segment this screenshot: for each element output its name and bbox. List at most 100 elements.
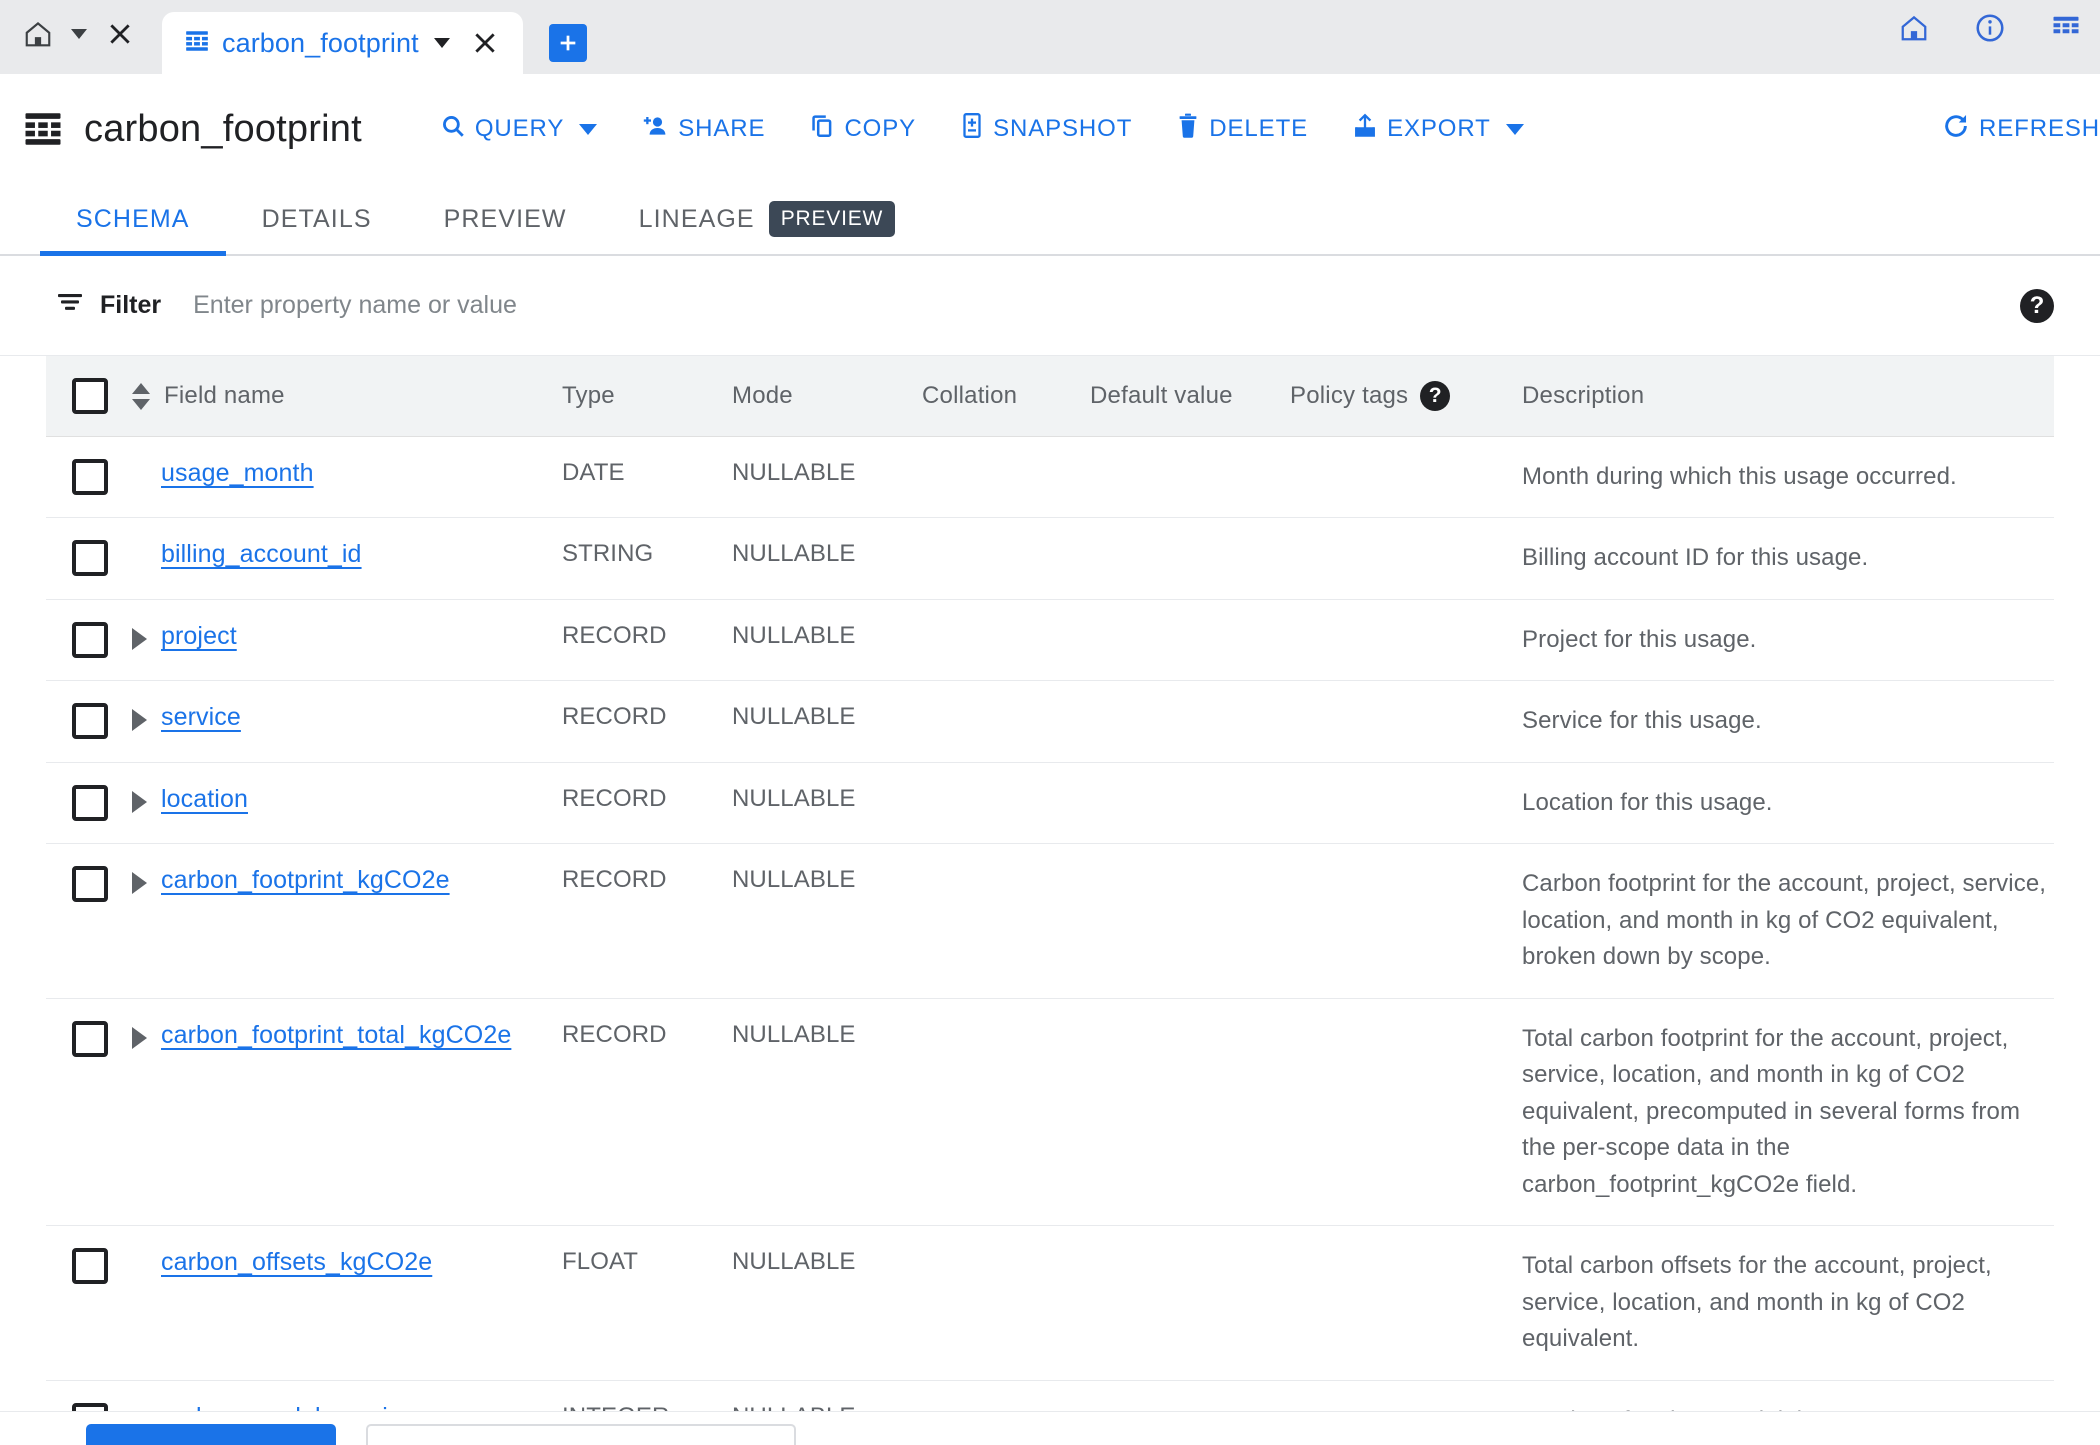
browser-tab-strip: carbon_footprint [0, 0, 2100, 80]
share-button-label: SHARE [678, 115, 766, 142]
field-name-link[interactable]: location [161, 785, 248, 814]
table-row[interactable]: location RECORD NULLABLE Location for th… [46, 762, 2054, 845]
row-field-name-cell: carbon_footprint_total_kgCO2e [132, 998, 562, 1227]
field-name-link[interactable]: carbon_footprint_total_kgCO2e [161, 1021, 511, 1050]
row-field-name-cell: billing_account_id [132, 517, 562, 600]
export-icon [1352, 112, 1378, 146]
row-collation [922, 843, 1090, 999]
row-default-value [1090, 843, 1290, 999]
field-name-link[interactable]: project [161, 622, 237, 651]
tab-lineage[interactable]: LINEAGE PREVIEW [603, 184, 932, 254]
row-collation [922, 517, 1090, 600]
chrome-left-controls [18, 0, 140, 74]
sort-icon[interactable] [132, 383, 150, 411]
expand-arrow-icon[interactable] [132, 1026, 147, 1049]
expand-arrow-icon[interactable] [132, 627, 147, 650]
delete-button-label: DELETE [1209, 115, 1309, 142]
tab-schema[interactable]: SCHEMA [40, 184, 226, 256]
new-tab-plus-icon[interactable] [548, 24, 587, 62]
row-type: STRING [562, 517, 732, 600]
primary-action-button[interactable] [86, 1424, 336, 1445]
field-name-link[interactable]: carbon_footprint_kgCO2e [161, 866, 450, 895]
secondary-action-button[interactable] [366, 1424, 796, 1445]
row-checkbox[interactable] [72, 1248, 108, 1285]
expand-arrow-icon[interactable] [132, 709, 147, 732]
header-mode: Mode [732, 356, 922, 437]
schema-table-body: usage_month DATE NULLABLE Month during w… [46, 436, 2054, 1445]
select-all-header [46, 356, 132, 437]
expand-arrow-icon[interactable] [132, 872, 147, 895]
query-caret-down-icon[interactable] [579, 123, 598, 135]
delete-button[interactable]: DELETE [1154, 98, 1330, 160]
home-caret-down-icon[interactable] [68, 14, 90, 54]
export-caret-down-icon[interactable] [1505, 123, 1524, 135]
person-add-icon [641, 113, 669, 146]
row-checkbox[interactable] [72, 1020, 108, 1057]
field-name-link[interactable]: service [161, 703, 241, 732]
share-button[interactable]: SHARE [619, 99, 787, 160]
info-icon[interactable] [1970, 8, 2010, 48]
tab-preview[interactable]: PREVIEW [408, 184, 603, 254]
close-icon[interactable] [100, 14, 140, 54]
row-policy-tags [1290, 680, 1522, 763]
policy-tags-help-icon[interactable]: ? [1420, 381, 1451, 411]
table-row[interactable]: usage_month DATE NULLABLE Month during w… [46, 436, 2054, 519]
field-name-link[interactable]: usage_month [161, 459, 314, 488]
row-checkbox[interactable] [72, 621, 108, 658]
row-select-cell [46, 998, 132, 1227]
table-row[interactable]: billing_account_id STRING NULLABLE Billi… [46, 517, 2054, 600]
row-description: Total carbon footprint for the account, … [1522, 998, 2054, 1227]
table-row[interactable]: carbon_footprint_total_kgCO2e RECORD NUL… [46, 998, 2054, 1227]
row-select-cell [46, 599, 132, 682]
row-policy-tags [1290, 436, 1522, 519]
copy-button[interactable]: COPY [787, 99, 938, 160]
field-name-link[interactable]: billing_account_id [161, 540, 362, 569]
field-name-link[interactable]: carbon_offsets_kgCO2e [161, 1248, 432, 1277]
lineage-preview-badge: PREVIEW [768, 201, 896, 237]
table-row[interactable]: project RECORD NULLABLE Project for this… [46, 599, 2054, 682]
tab-caret-down-icon[interactable] [431, 23, 453, 63]
tab-details-label: DETAILS [261, 204, 372, 233]
filter-label-group[interactable]: Filter [56, 290, 161, 321]
select-all-checkbox[interactable] [72, 378, 108, 414]
row-default-value [1090, 599, 1290, 682]
query-button[interactable]: QUERY [418, 99, 619, 160]
row-default-value [1090, 762, 1290, 845]
copy-icon [809, 113, 835, 146]
tab-close-icon[interactable] [465, 23, 505, 63]
row-default-value [1090, 998, 1290, 1227]
table-row[interactable]: carbon_footprint_kgCO2e RECORD NULLABLE … [46, 843, 2054, 999]
snapshot-button[interactable]: SNAPSHOT [938, 98, 1154, 160]
filter-icon [56, 290, 84, 321]
row-checkbox[interactable] [72, 703, 108, 740]
row-checkbox[interactable] [72, 784, 108, 821]
toolbar-right: REFRESH [1920, 98, 2100, 161]
tab-table-icon [184, 28, 210, 59]
export-button[interactable]: EXPORT [1330, 98, 1546, 160]
row-checkbox[interactable] [72, 459, 108, 495]
row-checkbox[interactable] [72, 866, 108, 903]
refresh-button[interactable]: REFRESH [1920, 98, 2100, 161]
row-description: Billing account ID for this usage. [1522, 517, 2054, 600]
expand-arrow-icon[interactable] [132, 790, 147, 813]
toolbar-actions: QUERY SHARE COPY SNAPSHOT DELETE EXPORT [418, 98, 1546, 160]
home-icon-right[interactable] [1894, 8, 1934, 48]
schema-table: Field name Type Mode Collation Default v… [46, 356, 2054, 1445]
browser-tab[interactable]: carbon_footprint [162, 12, 523, 80]
schema-table-area: Field name Type Mode Collation Default v… [0, 356, 2100, 1445]
row-select-cell [46, 1225, 132, 1381]
tab-details[interactable]: DETAILS [226, 184, 408, 254]
header-field-name[interactable]: Field name [132, 356, 562, 437]
filter-input[interactable] [191, 290, 2020, 321]
header-collation-label: Collation [922, 382, 1018, 409]
row-checkbox[interactable] [72, 540, 108, 577]
refresh-button-label: REFRESH [1979, 115, 2100, 142]
table-icon-right[interactable] [2046, 8, 2086, 48]
row-select-cell [46, 762, 132, 845]
table-row[interactable]: carbon_offsets_kgCO2e FLOAT NULLABLE Tot… [46, 1225, 2054, 1381]
row-mode: NULLABLE [732, 680, 922, 763]
home-icon[interactable] [18, 14, 58, 54]
row-policy-tags [1290, 843, 1522, 999]
table-row[interactable]: service RECORD NULLABLE Service for this… [46, 680, 2054, 763]
help-icon[interactable]: ? [2020, 288, 2054, 323]
